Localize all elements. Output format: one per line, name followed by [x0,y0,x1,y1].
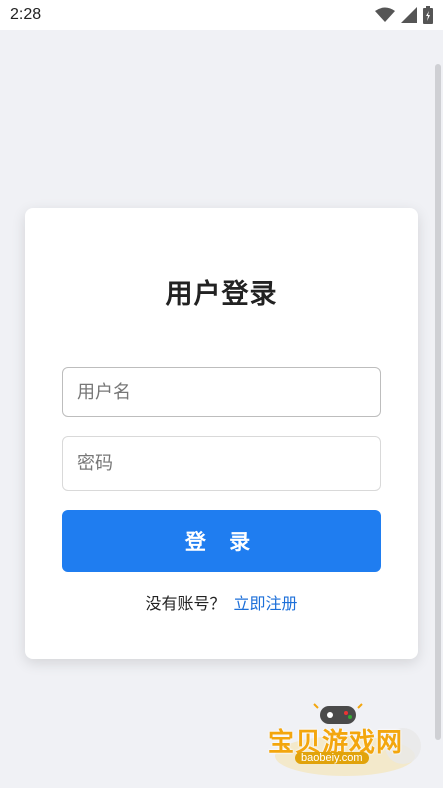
battery-icon [423,6,433,24]
no-account-text: 没有账号？ [145,594,226,613]
wifi-icon [375,7,395,23]
signal-icon [401,7,417,23]
page-title: 用户登录 [165,279,278,310]
status-icons [375,6,433,24]
username-input[interactable] [62,367,381,417]
login-card: 用户登录 登 录 没有账号？ 立即注册 [25,208,418,659]
register-link[interactable]: 立即注册 [234,594,298,613]
login-button[interactable]: 登 录 [62,510,381,572]
scrollbar[interactable] [435,64,441,740]
watermark-logo: 宝贝游戏网 baobeiy.com [265,698,425,782]
register-row: 没有账号？ 立即注册 [25,590,418,614]
status-time: 2:28 [10,6,42,23]
status-bar: 2:28 [0,0,443,30]
watermark-url: baobeiy.com [295,752,369,764]
password-input[interactable] [62,436,381,491]
